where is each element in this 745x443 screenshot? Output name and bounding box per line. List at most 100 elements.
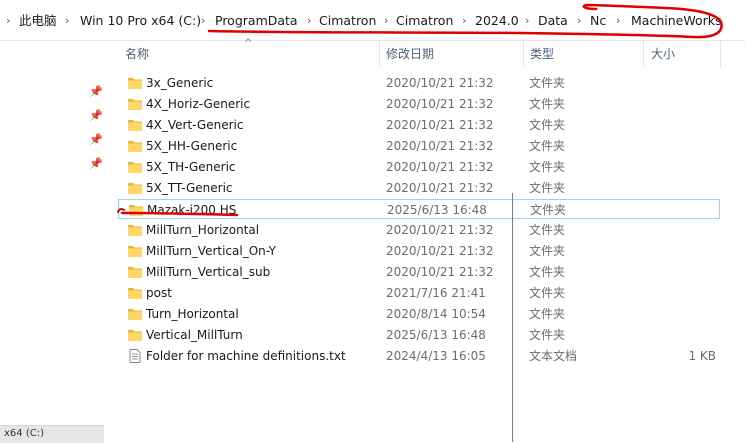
folder-icon xyxy=(128,267,142,278)
file-name: 3x_Generic xyxy=(146,76,214,90)
column-divider[interactable] xyxy=(643,41,644,67)
file-type: 文件夹 xyxy=(529,118,566,132)
chevron-right-icon[interactable]: › xyxy=(6,13,10,29)
address-bar[interactable]: › 此电脑 › Win 10 Pro x64 (C:) › ProgramDat… xyxy=(0,0,745,41)
file-date: 2020/10/21 21:32 xyxy=(386,244,494,258)
file-date: 2025/6/13 16:48 xyxy=(386,328,486,342)
file-name: Turn_Horizontal xyxy=(146,307,239,321)
folder-row[interactable]: MillTurn_Horizontal 2020/10/21 21:32 文件夹 xyxy=(118,220,720,240)
file-name: Vertical_MillTurn xyxy=(146,328,243,342)
folder-icon xyxy=(128,120,142,131)
chevron-right-icon[interactable]: › xyxy=(384,13,388,29)
file-date: 2020/8/14 10:54 xyxy=(386,307,486,321)
file-type: 文件夹 xyxy=(529,97,566,111)
folder-row[interactable]: MillTurn_Vertical_On-Y 2020/10/21 21:32 文件… xyxy=(118,241,720,261)
file-type: 文本文档 xyxy=(529,349,578,363)
file-date: 2020/10/21 21:32 xyxy=(386,118,494,132)
file-name: Folder for machine definitions.txt xyxy=(146,349,346,363)
file-row[interactable]: Folder for machine definitions.txt 2024/4… xyxy=(118,346,720,366)
folder-icon xyxy=(128,288,142,299)
sort-ascending-icon: ^ xyxy=(244,38,253,49)
breadcrumb-item-programdata[interactable]: ProgramData xyxy=(215,13,298,29)
file-type: 文件夹 xyxy=(529,160,566,174)
file-type: 文件夹 xyxy=(530,203,567,217)
text-file-icon xyxy=(129,349,141,363)
breadcrumb-item-version[interactable]: 2024.0 xyxy=(475,13,519,29)
file-date: 2020/10/21 21:32 xyxy=(386,97,494,111)
file-date: 2020/10/21 21:32 xyxy=(386,181,494,195)
column-divider[interactable] xyxy=(720,41,721,67)
nav-pane-item-c-drive[interactable]: x64 (C:) xyxy=(0,425,104,443)
folder-icon xyxy=(128,225,142,236)
pin-icon[interactable]: 📌 xyxy=(89,158,103,170)
chevron-right-icon[interactable]: › xyxy=(577,13,581,29)
folder-icon xyxy=(128,246,142,257)
file-type: 文件夹 xyxy=(529,286,566,300)
file-type: 文件夹 xyxy=(529,265,566,279)
breadcrumb-item-nc[interactable]: Nc xyxy=(590,13,606,29)
folder-row[interactable]: 5X_TH-Generic 2020/10/21 21:32 文件夹 xyxy=(118,157,720,177)
folder-row[interactable]: 5X_TT-Generic 2020/10/21 21:32 文件夹 xyxy=(118,178,720,198)
folder-icon xyxy=(128,78,142,89)
file-name: 4X_Vert-Generic xyxy=(146,118,244,132)
folder-row[interactable]: Vertical_MillTurn 2025/6/13 16:48 文件夹 xyxy=(118,325,720,345)
chevron-right-icon[interactable]: › xyxy=(307,13,311,29)
folder-row[interactable]: MillTurn_Vertical_sub 2020/10/21 21:32 文件夹 xyxy=(118,262,720,282)
file-name: Mazak-i200 HS xyxy=(147,203,237,217)
breadcrumb-item-cimatron[interactable]: Cimatron xyxy=(319,13,376,29)
file-date: 2025/6/13 16:48 xyxy=(387,203,487,217)
pin-icon[interactable]: 📌 xyxy=(89,86,103,98)
folder-row[interactable]: Mazak-i200 HS 2025/6/13 16:48 文件夹 xyxy=(118,199,720,219)
chevron-right-icon[interactable]: › xyxy=(201,13,205,29)
file-type: 文件夹 xyxy=(529,328,566,342)
chevron-right-icon[interactable]: › xyxy=(462,13,466,29)
folder-icon xyxy=(128,309,142,320)
folder-row[interactable]: 3x_Generic 2020/10/21 21:32 文件夹 xyxy=(118,73,720,93)
column-header-date[interactable]: 修改日期 xyxy=(386,46,434,62)
folder-row[interactable]: post 2021/7/16 21:41 文件夹 xyxy=(118,283,720,303)
folder-row[interactable]: 5X_HH-Generic 2020/10/21 21:32 文件夹 xyxy=(118,136,720,156)
file-type: 文件夹 xyxy=(529,244,566,258)
file-name: MillTurn_Vertical_On-Y xyxy=(146,244,277,258)
file-type: 文件夹 xyxy=(529,181,566,195)
file-name: 5X_TH-Generic xyxy=(146,160,236,174)
folder-row[interactable]: Turn_Horizontal 2020/8/14 10:54 文件夹 xyxy=(118,304,720,324)
pin-icon[interactable]: 📌 xyxy=(89,134,103,146)
folder-row[interactable]: 4X_Horiz-Generic 2020/10/21 21:32 文件夹 xyxy=(118,94,720,114)
folder-icon xyxy=(128,330,142,341)
column-divider[interactable] xyxy=(523,41,524,67)
file-size: 1 KB xyxy=(688,349,716,363)
pin-icon[interactable]: 📌 xyxy=(89,110,103,122)
breadcrumb-item-c-drive[interactable]: Win 10 Pro x64 (C:) xyxy=(80,13,201,29)
file-name: 4X_Horiz-Generic xyxy=(146,97,251,111)
breadcrumb-item-data[interactable]: Data xyxy=(538,13,568,29)
folder-icon xyxy=(129,205,143,216)
column-header-type[interactable]: 类型 xyxy=(530,46,554,62)
file-date: 2020/10/21 21:32 xyxy=(386,139,494,153)
file-name: MillTurn_Horizontal xyxy=(146,223,260,237)
chevron-right-icon[interactable]: › xyxy=(616,13,620,29)
file-date: 2020/10/21 21:32 xyxy=(386,76,494,90)
column-header-name[interactable]: 名称 xyxy=(125,46,149,62)
folder-icon xyxy=(128,183,142,194)
file-name: post xyxy=(146,286,172,300)
file-date: 2020/10/21 21:32 xyxy=(386,160,494,174)
chevron-right-icon[interactable]: › xyxy=(525,13,529,29)
column-divider[interactable] xyxy=(379,41,380,67)
file-type: 文件夹 xyxy=(529,307,566,321)
file-name: MillTurn_Vertical_sub xyxy=(146,265,271,279)
chevron-right-icon[interactable]: › xyxy=(65,13,69,29)
file-date: 2024/4/13 16:05 xyxy=(386,349,486,363)
text-cursor-line xyxy=(512,193,513,442)
file-type: 文件夹 xyxy=(529,139,566,153)
folder-icon xyxy=(128,141,142,152)
breadcrumb-item-this-pc[interactable]: 此电脑 xyxy=(19,13,57,29)
column-header-size[interactable]: 大小 xyxy=(651,46,675,62)
file-name: 5X_HH-Generic xyxy=(146,139,238,153)
file-type: 文件夹 xyxy=(529,223,566,237)
breadcrumb-item-cimatron-2[interactable]: Cimatron xyxy=(396,13,453,29)
breadcrumb-item-machineworks[interactable]: MachineWorks xyxy=(631,13,722,29)
file-date: 2020/10/21 21:32 xyxy=(386,265,494,279)
column-header-row: ^ 名称 修改日期 类型 大小 xyxy=(0,38,745,67)
folder-row[interactable]: 4X_Vert-Generic 2020/10/21 21:32 文件夹 xyxy=(118,115,720,135)
